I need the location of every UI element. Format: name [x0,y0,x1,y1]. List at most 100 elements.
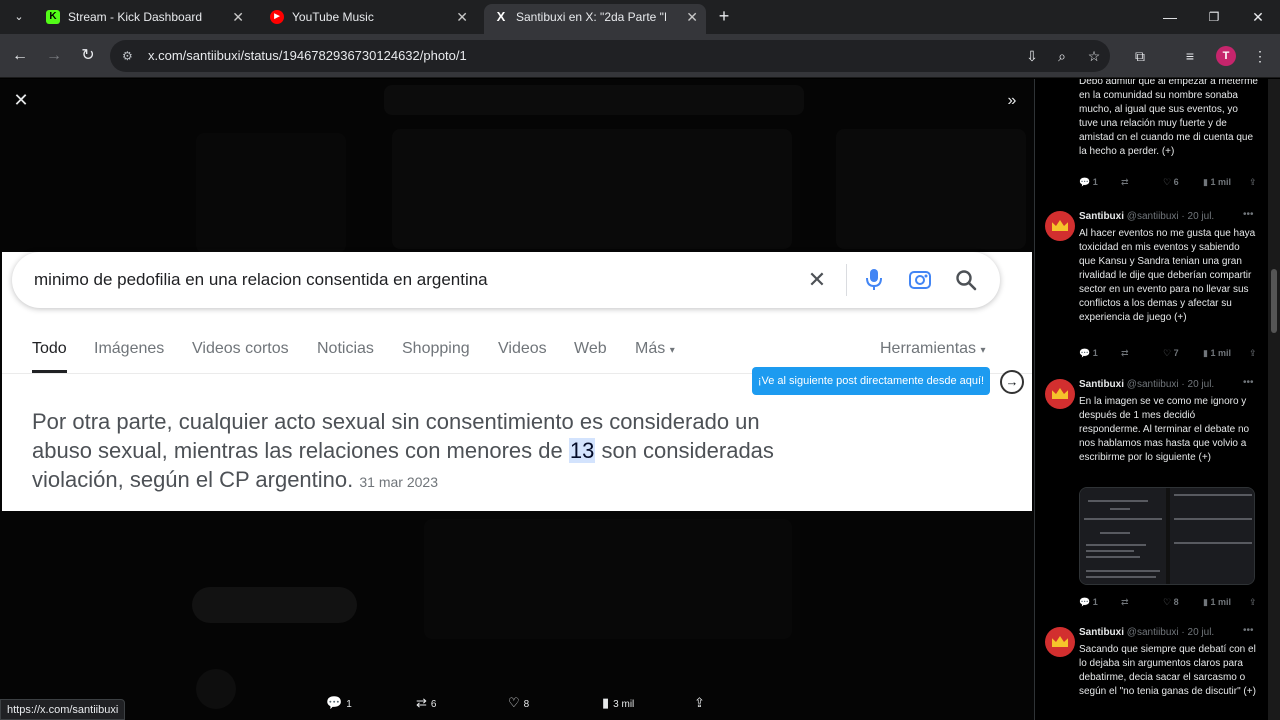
share-icon: ⇪ [694,695,705,710]
close-photo-icon[interactable]: ✕ [12,91,30,109]
count: 7 [1173,348,1179,358]
share-button[interactable]: ⇪ [694,695,709,711]
reply-count[interactable]: 💬 1 [1079,177,1098,188]
count: 1 [1092,597,1098,607]
search-icon[interactable] [954,268,978,292]
forward-button[interactable]: → [42,44,66,68]
address-bar[interactable]: ⚙ x.com/santiibuxi/status/19467829367301… [110,40,1110,72]
bookmark-star-icon[interactable]: ☆ [1084,46,1104,66]
tab-x-post[interactable]: X Santibuxi en X: "2da Parte "Rela ✕ [484,4,706,34]
share-icon[interactable]: ⇪ [1249,597,1257,608]
author-handle[interactable]: @santiibuxi [1127,379,1179,390]
kick-favicon-icon: K [46,10,60,24]
avatar[interactable] [1045,379,1075,409]
more-options-icon[interactable]: ••• [1243,625,1254,636]
views-count[interactable]: ▮ 1 mil [1203,348,1231,359]
ghost-sidebar [196,133,346,253]
avatar[interactable] [1045,627,1075,657]
post-date[interactable]: · 20 jul. [1181,211,1214,222]
tab-search-icon[interactable]: ⌄ [8,6,30,28]
close-tab-icon[interactable]: ✕ [686,4,698,30]
views-count[interactable]: ▮ 1 mil [1203,597,1231,608]
google-search-box[interactable]: minimo de pedofilia en una relacion cons… [12,252,1000,308]
x-favicon-icon: X [496,9,506,24]
next-post-arrow-button[interactable]: → [1000,370,1024,394]
tab-noticias[interactable]: Noticias [317,340,374,358]
page-scrollbar[interactable] [1268,79,1280,720]
like-count[interactable]: ♡ 7 [1163,348,1179,359]
profile-avatar[interactable]: T [1216,46,1236,66]
like-count[interactable]: ♡ 8 [1163,597,1179,608]
reply-count[interactable]: 💬 1 [1079,597,1098,608]
zoom-icon[interactable]: ⌕ [1052,46,1072,66]
active-tab-underline [32,370,67,373]
repost-button[interactable]: ⇄ 6 [416,695,436,711]
count: 6 [1173,177,1179,187]
author-handle[interactable]: @santiibuxi [1127,627,1179,638]
views-count[interactable]: ▮ 1 mil [1203,177,1231,188]
author-name[interactable]: Santibuxi [1079,211,1124,222]
featured-snippet: Por otra parte, cualquier acto sexual si… [32,407,792,497]
reply-header: Santibuxi @santiibuxi · 20 jul. [1079,627,1214,638]
clear-icon[interactable]: ✕ [806,269,828,291]
repost-icon[interactable]: ⇄ [1121,177,1129,188]
tab-shopping[interactable]: Shopping [402,340,470,358]
media-controls-icon[interactable]: ≡ [1180,46,1200,66]
reply-text: En la imagen se ve como me ignoro y desp… [1079,396,1250,463]
link-hover-status: https://x.com/santiibuxi [0,699,126,720]
reply-header: Santibuxi @santiibuxi · 20 jul. [1079,211,1214,222]
reload-button[interactable]: ↻ [76,44,100,68]
close-window-button[interactable]: ✕ [1236,0,1280,34]
install-app-icon[interactable]: ⇩ [1022,46,1042,66]
scrollbar-thumb[interactable] [1271,269,1277,333]
tab-kick[interactable]: K Stream - Kick Dashboard ✕ [36,4,252,34]
tab-mas[interactable]: Más ▾ [635,340,675,358]
reply-attached-image[interactable] [1079,487,1255,585]
close-tab-icon[interactable]: ✕ [232,4,244,30]
more-options-icon[interactable]: ••• [1243,377,1254,388]
tab-videos[interactable]: Videos [498,340,547,358]
microphone-icon[interactable] [864,268,884,292]
like-count[interactable]: ♡ 6 [1163,177,1179,188]
tab-youtube-music[interactable]: ▶ YouTube Music ✕ [260,4,476,34]
search-query[interactable]: minimo de pedofilia en una relacion cons… [34,252,488,308]
share-icon[interactable]: ⇪ [1249,348,1257,359]
post-date[interactable]: · 20 jul. [1181,627,1214,638]
author-handle[interactable]: @santiibuxi [1127,211,1179,222]
close-tab-icon[interactable]: ✕ [456,4,468,30]
tab-title: Santibuxi en X: "2da Parte "Rela [516,10,666,24]
restore-button[interactable]: ❐ [1192,0,1236,34]
ghost-image [424,519,792,639]
repost-icon[interactable]: ⇄ [1121,597,1129,608]
expand-panel-icon[interactable]: » [1002,91,1022,111]
reply-count[interactable]: 💬 1 [1079,348,1098,359]
tab-videos-cortos[interactable]: Videos cortos [192,340,289,358]
tab-web[interactable]: Web [574,340,607,358]
extensions-icon[interactable]: ⧉ [1130,46,1150,66]
herramientas-button[interactable]: Herramientas ▾ [880,340,986,358]
views-button[interactable]: ▮ 3 mil [602,695,634,711]
post-date[interactable]: · 20 jul. [1181,379,1214,390]
browser-menu-icon[interactable]: ⋮ [1250,46,1270,66]
author-name[interactable]: Santibuxi [1079,627,1124,638]
chat-screenshot-right [1170,488,1254,584]
lens-camera-icon[interactable] [908,268,932,292]
reply-actions: 💬 1 ⇄ ♡ 8 ▮ 1 mil ⇪ [1079,597,1259,611]
minimize-button[interactable]: — [1148,0,1192,34]
back-button[interactable]: ← [8,44,32,68]
more-options-icon[interactable]: ••• [1243,209,1254,220]
new-tab-button[interactable]: + [714,6,734,26]
site-settings-icon[interactable]: ⚙ [122,48,138,64]
share-icon[interactable]: ⇪ [1249,177,1257,188]
tab-todo[interactable]: Todo [32,340,67,358]
author-name[interactable]: Santibuxi [1079,379,1124,390]
herramientas-label: Herramientas [880,340,977,357]
reply-button[interactable]: 💬 1 [326,695,352,711]
repost-icon[interactable]: ⇄ [1121,348,1129,359]
avatar[interactable] [1045,211,1075,241]
ghost-post-button [192,587,357,623]
snippet-date: 31 mar 2023 [359,474,438,490]
like-button[interactable]: ♡ 8 [508,695,529,711]
tab-imagenes[interactable]: Imágenes [94,340,164,358]
url-text[interactable]: x.com/santiibuxi/status/1946782936730124… [148,40,467,72]
